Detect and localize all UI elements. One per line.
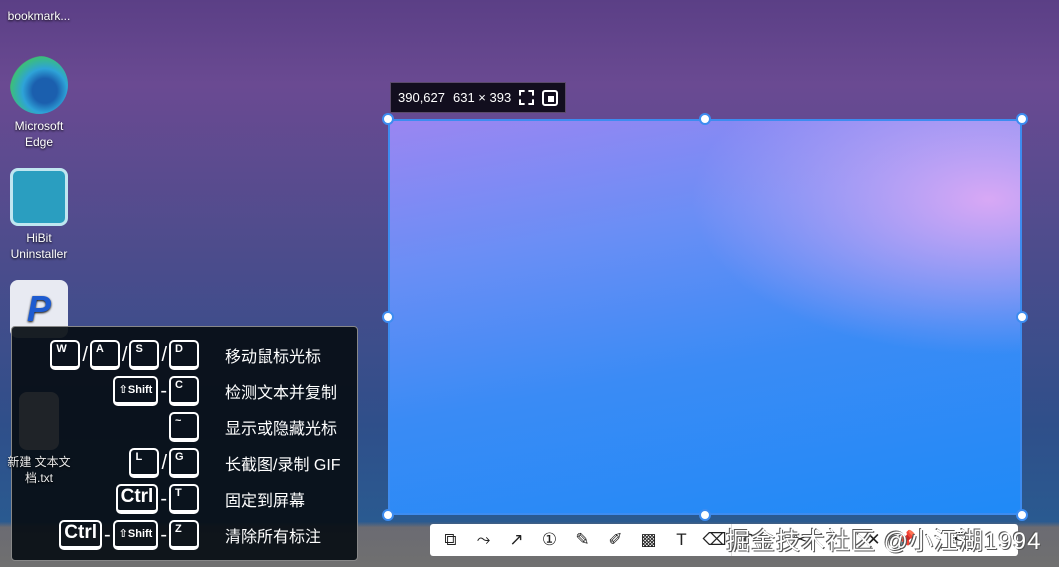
icon-label: HiBit Uninstaller (10, 231, 68, 261)
icon-label: bookmark... (7, 9, 71, 23)
handle-ne[interactable] (1016, 113, 1028, 125)
handle-w[interactable] (382, 311, 394, 323)
key: Ctrl (59, 520, 102, 550)
resize-window-icon[interactable] (542, 89, 559, 106)
handle-s[interactable] (699, 509, 711, 521)
size-readout: 631 × 393 (453, 90, 512, 105)
watermark: 掘金技术社区 @小江湖1994 (726, 528, 1042, 555)
shortcut-row: Ctrl - ⇧Shift - Z 清除所有标注 (12, 517, 357, 553)
key: T (169, 484, 199, 514)
shortcut-row: Ctrl - T 固定到屏幕 (12, 481, 357, 517)
mosaic-tool-icon[interactable]: ▩ (632, 524, 665, 556)
shape-tool-icon[interactable]: ⧉ (434, 524, 467, 556)
key: Ctrl (115, 484, 159, 514)
shortcut-desc: 清除所有标注 (225, 529, 322, 546)
highlighter-tool-icon[interactable]: ✐ (599, 524, 632, 556)
desktop-icon-bookmarks[interactable]: bookmark... (0, 0, 78, 23)
edge-icon (10, 56, 68, 114)
key: C (169, 376, 199, 406)
handle-n[interactable] (699, 113, 711, 125)
shortcut-desc: 移动鼠标光标 (225, 349, 322, 366)
handle-se[interactable] (1016, 509, 1028, 521)
arrow-tool-icon[interactable]: ↗ (500, 524, 533, 556)
key: ~ (169, 412, 199, 442)
key: A (89, 340, 120, 370)
selection-info: 390,627 631 × 393 (390, 82, 567, 113)
key: W (50, 340, 81, 370)
key: Z (169, 520, 199, 550)
file-icon (19, 392, 59, 450)
shortcut-desc: 检测文本并复制 (225, 385, 338, 402)
icon-label: Microsoft Edge (14, 119, 64, 149)
key: ⇧Shift (112, 376, 159, 406)
handle-e[interactable] (1016, 311, 1028, 323)
key: L (129, 448, 160, 478)
key: G (169, 448, 199, 478)
position-readout: 390,627 (398, 90, 445, 105)
number-tool-icon[interactable]: ① (533, 524, 566, 556)
capture-selection[interactable] (388, 119, 1022, 515)
shortcut-desc: 固定到屏幕 (225, 493, 306, 510)
handle-nw[interactable] (382, 113, 394, 125)
pen-tool-icon[interactable]: ✎ (566, 524, 599, 556)
desktop-icon-edge[interactable]: Microsoft Edge (0, 56, 78, 150)
shortcut-desc: 长截图/录制 GIF (225, 457, 341, 474)
shortcut-desc: 显示或隐藏光标 (225, 421, 338, 438)
text-tool-icon[interactable]: T (665, 524, 698, 556)
icon-label: 新建 文本文档.txt (7, 455, 71, 485)
shortcut-row: W / A / S / D 移动鼠标光标 (12, 337, 357, 373)
dashed-rect-icon[interactable] (519, 90, 535, 105)
polyline-tool-icon[interactable]: ⤳ (467, 524, 500, 556)
key: ⇧Shift (112, 520, 159, 550)
handle-sw[interactable] (382, 509, 394, 521)
desktop-icon-hibit[interactable]: HiBit Uninstaller (0, 168, 78, 262)
hibit-icon (10, 168, 68, 226)
key: S (129, 340, 160, 370)
desktop-icon-textfile[interactable]: 新建 文本文档.txt (0, 392, 78, 486)
key: D (169, 340, 199, 370)
